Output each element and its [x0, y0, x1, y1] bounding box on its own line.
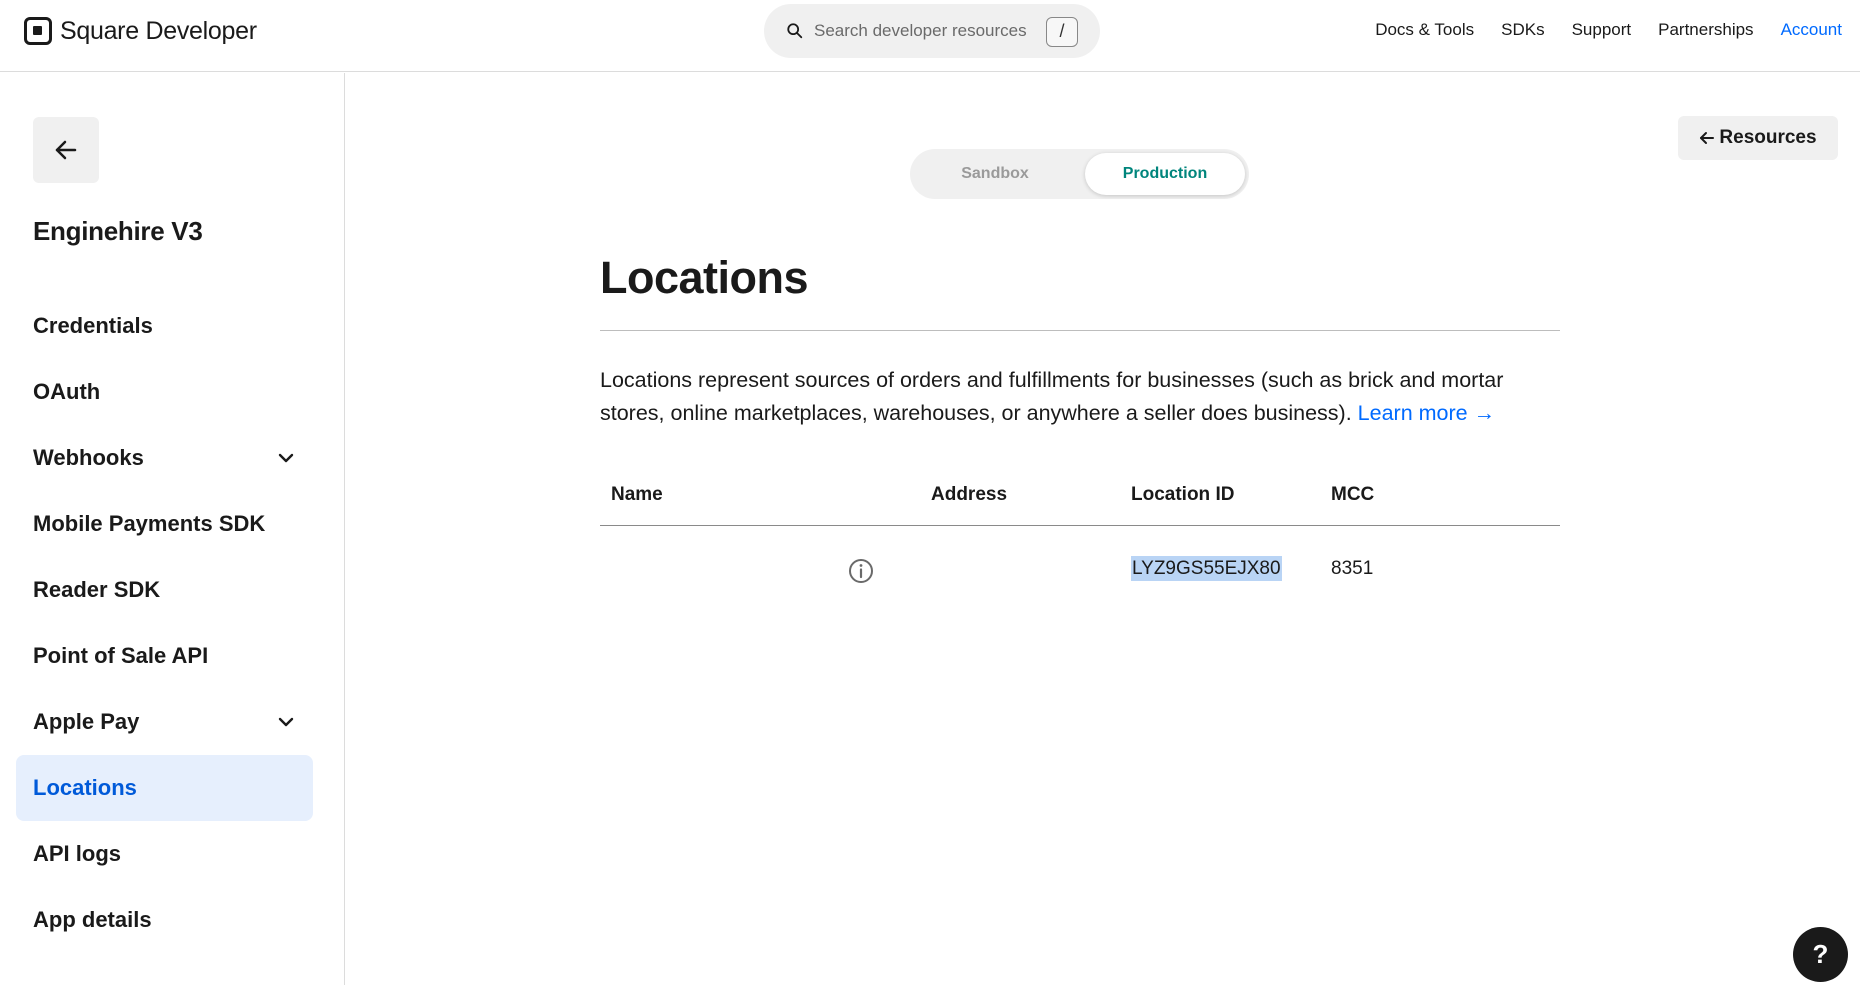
sidebar-item-label: OAuth: [33, 379, 101, 404]
search-shortcut-key: /: [1046, 17, 1078, 47]
sidebar-item-app-details[interactable]: App details: [16, 887, 313, 953]
environment-toggle: Sandbox Production: [910, 149, 1249, 199]
sidebar-item-locations[interactable]: Locations: [16, 755, 313, 821]
sidebar-item-label: Mobile Payments SDK: [33, 511, 266, 536]
sidebar-item-mobile-payments-sdk[interactable]: Mobile Payments SDK: [16, 491, 313, 557]
sidebar-nav: Credentials OAuth Webhooks Mobile Paymen…: [16, 293, 313, 953]
env-option-production[interactable]: Production: [1085, 153, 1245, 195]
column-header-address: Address: [931, 484, 1008, 505]
nav-account[interactable]: Account: [1781, 20, 1842, 40]
arrow-left-icon: [55, 140, 77, 160]
table-header: Name Address Location ID MCC: [600, 468, 1560, 526]
table-row: LYZ9GS55EJX80 8351: [600, 526, 1560, 620]
page-description: Locations represent sources of orders an…: [600, 364, 1560, 430]
top-nav: Docs & Tools SDKs Support Partnerships A…: [1375, 20, 1842, 40]
nav-partnerships[interactable]: Partnerships: [1658, 20, 1753, 40]
back-button[interactable]: [33, 117, 99, 183]
sidebar-item-api-logs[interactable]: API logs: [16, 821, 313, 887]
resources-label: Resources: [1719, 127, 1817, 148]
sidebar-item-label: Webhooks: [33, 445, 144, 470]
square-developer-logo[interactable]: Square Developer: [24, 16, 257, 46]
search-input[interactable]: Search developer resources /: [764, 4, 1100, 58]
sidebar-item-label: API logs: [33, 841, 122, 866]
nav-docs-tools[interactable]: Docs & Tools: [1375, 20, 1474, 40]
nav-support[interactable]: Support: [1572, 20, 1632, 40]
resources-button[interactable]: Resources: [1678, 116, 1838, 160]
cell-location-id[interactable]: LYZ9GS55EJX80: [1131, 556, 1282, 581]
square-logo-icon: [24, 17, 52, 45]
locations-table: Name Address Location ID MCC LYZ9GS55EJX…: [600, 468, 1560, 620]
sidebar-item-apple-pay[interactable]: Apple Pay: [16, 689, 313, 755]
sidebar-item-label: Point of Sale API: [33, 643, 209, 668]
env-option-sandbox[interactable]: Sandbox: [914, 153, 1076, 195]
sidebar-item-webhooks[interactable]: Webhooks: [16, 425, 313, 491]
sidebar-item-label: Credentials: [33, 313, 153, 338]
search-icon: [787, 23, 803, 39]
location-id-value[interactable]: LYZ9GS55EJX80: [1131, 556, 1282, 581]
help-button[interactable]: ?: [1793, 927, 1848, 982]
learn-more-link[interactable]: Learn more →: [1358, 401, 1495, 425]
sidebar-item-oauth[interactable]: OAuth: [16, 359, 313, 425]
sidebar-item-point-of-sale-api[interactable]: Point of Sale API: [16, 623, 313, 689]
sidebar-item-label: Locations: [33, 775, 137, 800]
sidebar: Enginehire V3 Credentials OAuth Webhooks…: [0, 73, 345, 985]
page-title: Locations: [600, 252, 809, 303]
sidebar-item-label: App details: [33, 907, 152, 932]
search-placeholder: Search developer resources: [814, 21, 1027, 40]
sidebar-item-label: Apple Pay: [33, 709, 140, 734]
cell-mcc: 8351: [1331, 558, 1374, 579]
column-header-location-id: Location ID: [1131, 484, 1235, 505]
app-name: Enginehire V3: [33, 216, 203, 246]
column-header-name: Name: [611, 484, 663, 505]
chevron-down-icon[interactable]: [276, 712, 296, 732]
nav-sdks[interactable]: SDKs: [1501, 20, 1544, 40]
logo-text: Square Developer: [60, 16, 257, 45]
top-bar: Square Developer Search developer resour…: [0, 0, 1860, 72]
arrow-left-icon: [1700, 132, 1715, 144]
title-divider: [600, 330, 1560, 331]
sidebar-item-label: Reader SDK: [33, 577, 161, 602]
column-header-mcc: MCC: [1331, 484, 1375, 505]
info-icon[interactable]: [848, 558, 874, 584]
sidebar-item-reader-sdk[interactable]: Reader SDK: [16, 557, 313, 623]
chevron-down-icon[interactable]: [276, 448, 296, 468]
sidebar-item-credentials[interactable]: Credentials: [16, 293, 313, 359]
